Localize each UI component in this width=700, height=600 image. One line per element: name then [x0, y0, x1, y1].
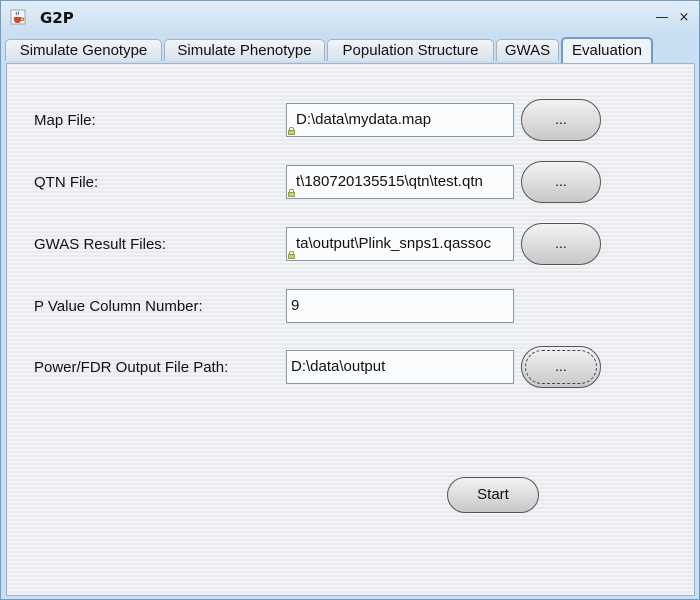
- map-file-label: Map File:: [34, 112, 96, 129]
- app-window: G2P — × Simulate Genotype Simulate Pheno…: [0, 0, 700, 600]
- qtn-file-label: QTN File:: [34, 174, 99, 191]
- lock-icon: [288, 189, 295, 197]
- gwas-result-browse-button[interactable]: ...: [521, 223, 601, 265]
- java-cup-icon: [10, 9, 26, 25]
- close-button[interactable]: ×: [677, 11, 691, 25]
- qtn-file-browse-button[interactable]: ...: [521, 161, 601, 203]
- map-file-value: D:\data\mydata.map: [296, 111, 432, 128]
- map-file-field[interactable]: D:\data\mydata.map: [286, 103, 514, 137]
- gwas-result-label: GWAS Result Files:: [34, 236, 166, 253]
- map-file-browse-button[interactable]: ...: [521, 99, 601, 141]
- start-button[interactable]: Start: [447, 477, 539, 513]
- output-path-field[interactable]: D:\data\output: [286, 350, 514, 384]
- tab-population-structure[interactable]: Population Structure: [327, 39, 494, 61]
- tab-evaluation[interactable]: Evaluation: [561, 37, 653, 63]
- gwas-result-field[interactable]: ta\output\Plink_snps1.qassoc: [286, 227, 514, 261]
- p-value-column-label: P Value Column Number:: [34, 298, 203, 315]
- output-path-label: Power/FDR Output File Path:: [34, 359, 229, 376]
- tab-simulate-phenotype[interactable]: Simulate Phenotype: [164, 39, 325, 61]
- lock-icon: [288, 127, 295, 135]
- lock-icon: [288, 251, 295, 259]
- minimize-button[interactable]: —: [655, 11, 669, 25]
- output-path-value: D:\data\output: [291, 358, 386, 375]
- qtn-file-field[interactable]: t\180720135515\qtn\test.qtn: [286, 165, 514, 199]
- tab-bar: Simulate Genotype Simulate Phenotype Pop…: [5, 37, 695, 63]
- qtn-file-value: t\180720135515\qtn\test.qtn: [296, 173, 483, 190]
- evaluation-panel: Map File: D:\data\mydata.map ... QTN Fil…: [6, 63, 695, 596]
- gwas-result-value: ta\output\Plink_snps1.qassoc: [296, 235, 492, 252]
- title-bar[interactable]: G2P — ×: [1, 1, 699, 35]
- p-value-column-field[interactable]: 9: [286, 289, 514, 323]
- tab-simulate-genotype[interactable]: Simulate Genotype: [5, 39, 162, 61]
- window-title: G2P: [40, 9, 74, 27]
- output-path-browse-button[interactable]: ...: [521, 346, 601, 388]
- tab-gwas[interactable]: GWAS: [496, 39, 559, 61]
- p-value-column-value: 9: [291, 297, 300, 314]
